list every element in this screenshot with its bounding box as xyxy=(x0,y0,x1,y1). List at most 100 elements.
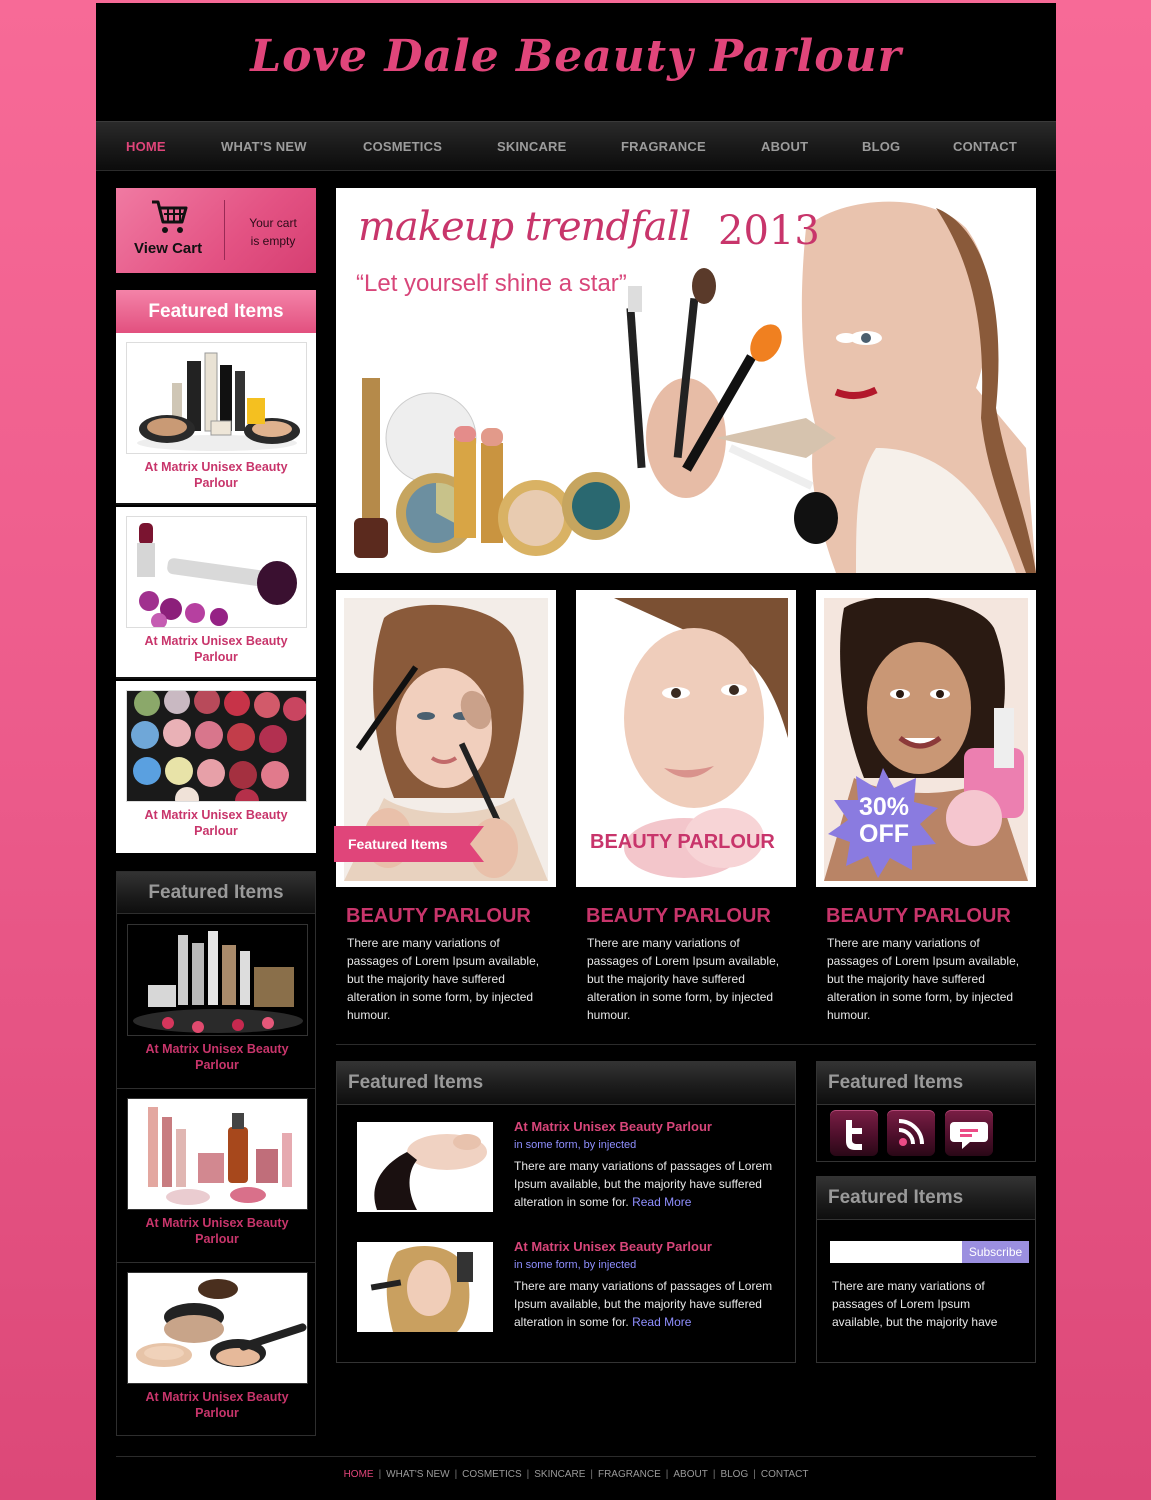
footer-separator: | xyxy=(378,1469,382,1480)
page-container: Love Dale Beauty Parlour HOME WHAT'S NEW… xyxy=(96,3,1056,1500)
featured-item[interactable]: At Matrix Unisex Beauty Parlour xyxy=(117,1263,315,1437)
cart-status: Your cart is empty xyxy=(236,214,310,250)
entry-text: There are many variations of passages of… xyxy=(514,1277,774,1331)
hero-year: 2013 xyxy=(718,208,820,254)
panel-heading: Featured Items xyxy=(116,290,316,333)
footer-link-home[interactable]: HOME xyxy=(344,1469,374,1480)
box-heading: Featured Items xyxy=(817,1062,1035,1105)
divider xyxy=(336,1044,1036,1045)
nav-item-skincare[interactable]: SKINCARE xyxy=(497,122,567,172)
nav-item-whats-new[interactable]: WHAT'S NEW xyxy=(221,122,307,172)
footer-link-fragrance[interactable]: FRAGRANCE xyxy=(598,1469,661,1480)
subscribe-box: Featured Items Subscribe There are many … xyxy=(816,1176,1036,1363)
cart-divider xyxy=(224,200,225,260)
featured-item[interactable]: At Matrix Unisex Beauty Parlour xyxy=(116,507,316,679)
hero-tagline: “Let yourself shine a star” xyxy=(356,270,627,297)
entry-text: There are many variations of passages of… xyxy=(514,1157,774,1211)
entry-subtitle: in some form, by injected xyxy=(514,1139,637,1151)
view-cart-label: View Cart xyxy=(134,240,203,257)
twitter-icon[interactable] xyxy=(830,1110,878,1156)
entry-title[interactable]: At Matrix Unisex Beauty Parlour xyxy=(514,1119,712,1134)
lipstick-brush-image[interactable] xyxy=(126,516,307,628)
footer-link-blog[interactable]: BLOG xyxy=(720,1469,748,1480)
card-text: There are many variations of passages of… xyxy=(347,936,540,1022)
card-heading[interactable]: BEAUTY PARLOUR xyxy=(346,905,531,928)
view-cart-button[interactable]: View Cart xyxy=(116,188,224,273)
feature-card[interactable]: BEAUTY PARLOUR xyxy=(576,590,796,887)
footer-separator: | xyxy=(526,1469,530,1480)
eyeshadow-palette-image[interactable] xyxy=(126,690,307,802)
footer-separator: | xyxy=(454,1469,458,1480)
nav-item-fragrance[interactable]: FRAGRANCE xyxy=(621,122,706,172)
rss-icon[interactable] xyxy=(887,1110,935,1156)
nav-item-cosmetics[interactable]: COSMETICS xyxy=(363,122,442,172)
featured-item-caption[interactable]: At Matrix Unisex Beauty Parlour xyxy=(123,1041,311,1073)
entry-subtitle: in some form, by injected xyxy=(514,1259,637,1271)
nav-item-about[interactable]: ABOUT xyxy=(761,122,808,172)
face-powder-image[interactable] xyxy=(127,1272,308,1384)
card-heading[interactable]: BEAUTY PARLOUR xyxy=(826,905,1011,928)
chat-icon[interactable] xyxy=(945,1110,993,1156)
featured-ribbon-label: Featured Items xyxy=(348,836,448,852)
footer-link-about[interactable]: ABOUT xyxy=(673,1469,707,1480)
feature-card[interactable]: Featured Items xyxy=(334,590,556,887)
footer-separator: | xyxy=(590,1469,593,1480)
featured-item[interactable]: At Matrix Unisex Beauty Parlour xyxy=(116,681,316,853)
featured-item-caption[interactable]: At Matrix Unisex Beauty Parlour xyxy=(123,1389,311,1421)
discount-off: OFF xyxy=(859,820,909,848)
nav-item-blog[interactable]: BLOG xyxy=(862,122,900,172)
social-box: Featured Items xyxy=(816,1061,1036,1162)
subscribe-text: There are many variations of passages of… xyxy=(832,1279,998,1329)
featured-item[interactable]: At Matrix Unisex Beauty Parlour xyxy=(116,333,316,505)
main-nav: HOME WHAT'S NEW COSMETICS SKINCARE FRAGR… xyxy=(96,121,1056,171)
box-heading: Featured Items xyxy=(817,1177,1035,1220)
shopping-cart-icon xyxy=(152,200,188,233)
site-title[interactable]: Love Dale Beauty Parlour xyxy=(96,31,1056,82)
feature-card[interactable]: 30% OFF xyxy=(816,590,1036,887)
read-more-link[interactable]: Read More xyxy=(632,1315,691,1329)
subscribe-button[interactable]: Subscribe xyxy=(962,1241,1029,1263)
cart-status-line1: Your cart xyxy=(249,216,297,230)
box-heading: Featured Items xyxy=(337,1062,795,1105)
subscribe-email-input[interactable] xyxy=(830,1241,962,1263)
read-more-link[interactable]: Read More xyxy=(632,1195,691,1209)
footer-separator: | xyxy=(753,1469,756,1480)
cosmetics-kit-image[interactable] xyxy=(126,342,307,454)
hero-banner[interactable]: makeup trendfall 2013 “Let yourself shin… xyxy=(336,188,1036,573)
panel-heading: Featured Items xyxy=(117,872,315,914)
card-heading[interactable]: BEAUTY PARLOUR xyxy=(586,905,771,928)
perfume-collection-image[interactable] xyxy=(127,924,308,1036)
entry-title[interactable]: At Matrix Unisex Beauty Parlour xyxy=(514,1239,712,1254)
footer-link-cosmetics[interactable]: COSMETICS xyxy=(462,1469,521,1480)
featured-item[interactable]: At Matrix Unisex Beauty Parlour xyxy=(117,1089,315,1263)
makeup-artist-thumbnail[interactable] xyxy=(357,1242,493,1332)
footer-link-skincare[interactable]: SKINCARE xyxy=(534,1469,585,1480)
featured-item-caption[interactable]: At Matrix Unisex Beauty Parlour xyxy=(122,459,310,491)
featured-item-caption[interactable]: At Matrix Unisex Beauty Parlour xyxy=(123,1215,311,1247)
featured-entry: At Matrix Unisex Beauty Parlour in some … xyxy=(357,1119,787,1222)
footer-link-whats-new[interactable]: WHAT'S NEW xyxy=(386,1469,449,1480)
nav-item-contact[interactable]: CONTACT xyxy=(953,122,1017,172)
cart-status-line2: is empty xyxy=(250,234,296,248)
card-text: There are many variations of passages of… xyxy=(587,936,780,1022)
footer-separator: | xyxy=(712,1469,716,1480)
footer-link-contact[interactable]: CONTACT xyxy=(761,1469,809,1480)
featured-item[interactable]: At Matrix Unisex Beauty Parlour xyxy=(117,915,315,1089)
card-overlay-label: BEAUTY PARLOUR xyxy=(590,831,775,853)
featured-list-box: Featured Items At Matrix Unisex Beauty P… xyxy=(336,1061,796,1363)
cart-widget: View Cart Your cart is empty xyxy=(116,188,316,273)
featured-item-caption[interactable]: At Matrix Unisex Beauty Parlour xyxy=(122,807,310,839)
featured-entry: At Matrix Unisex Beauty Parlour in some … xyxy=(357,1239,787,1342)
discount-label: 30% OFF xyxy=(836,794,932,848)
hero-title: makeup trendfall xyxy=(358,204,691,250)
card-text: There are many variations of passages of… xyxy=(827,936,1020,1022)
discount-percent: 30% xyxy=(858,793,910,821)
hair-salon-thumbnail[interactable] xyxy=(357,1122,493,1212)
footer-separator: | xyxy=(665,1469,669,1480)
header: Love Dale Beauty Parlour xyxy=(96,3,1056,121)
footer-nav: HOME | WHAT'S NEW | COSMETICS | SKINCARE | FRAGR… xyxy=(96,1469,1056,1480)
featured-item-caption[interactable]: At Matrix Unisex Beauty Parlour xyxy=(122,633,310,665)
nav-item-home[interactable]: HOME xyxy=(126,122,166,172)
cosmetic-products-image[interactable] xyxy=(127,1098,308,1210)
featured-items-panel-dark: Featured Items At Matrix Unisex Beauty P… xyxy=(116,871,316,1436)
